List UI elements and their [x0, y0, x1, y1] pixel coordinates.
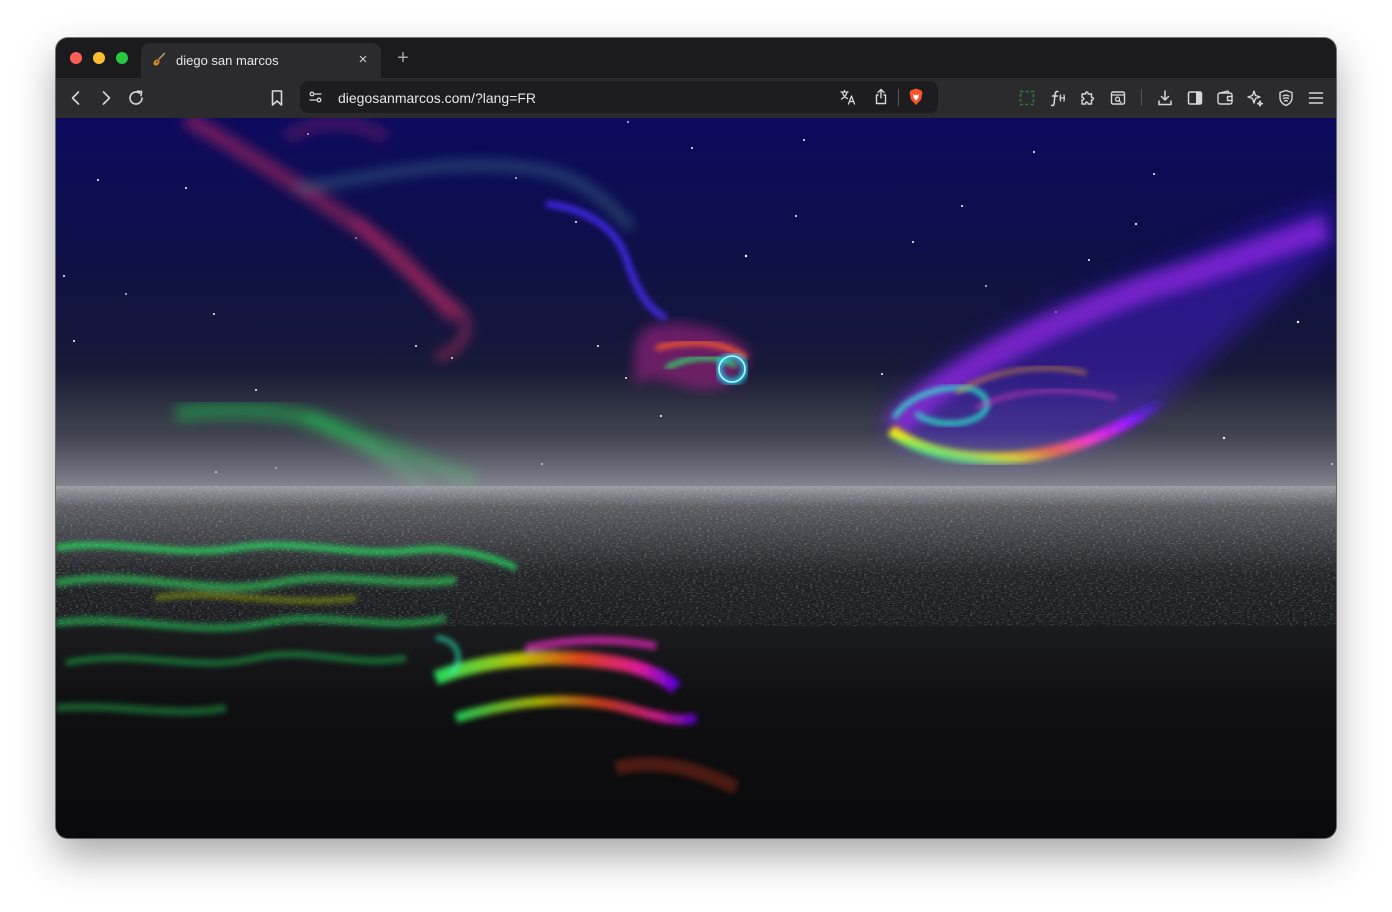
tab-active[interactable]: diego san marcos × [141, 43, 381, 78]
url-text: diegosanmarcos.com/?lang=FR [338, 90, 537, 106]
address-bar[interactable]: diegosanmarcos.com/?lang=FR [300, 81, 938, 113]
font-icon [1050, 90, 1066, 107]
wallet-button[interactable] [1213, 86, 1237, 110]
omnibox-divider [898, 89, 899, 106]
vpn-button[interactable] [1274, 86, 1298, 110]
brave-shields-button[interactable] [904, 85, 928, 109]
screenshot-button[interactable] [1015, 86, 1039, 110]
share-icon [875, 88, 887, 105]
browser-window: diego san marcos × + diegosanmarcos.com/… [56, 38, 1336, 838]
sidebar-button[interactable] [1183, 86, 1207, 110]
site-settings-button[interactable] [304, 85, 328, 109]
page-content[interactable] [56, 118, 1336, 838]
horizon-haze [56, 428, 1336, 488]
reload-button[interactable] [124, 86, 148, 110]
toolbar-divider [1141, 89, 1142, 106]
forward-button[interactable] [94, 86, 118, 110]
bookmark-icon [271, 90, 283, 106]
back-icon [71, 91, 80, 105]
leo-ai-button[interactable] [1243, 86, 1267, 110]
extensions-button[interactable] [1076, 86, 1100, 110]
menu-icon [1308, 92, 1324, 104]
brave-shields-icon [909, 88, 923, 105]
translate-button[interactable] [836, 85, 860, 109]
close-window-button[interactable] [70, 52, 82, 64]
vpn-icon [1279, 89, 1293, 107]
minimize-window-button[interactable] [93, 52, 105, 64]
aurora-scene-canvas[interactable] [56, 118, 1336, 838]
menu-button[interactable] [1304, 86, 1328, 110]
screenshot-icon [1019, 90, 1035, 106]
tab-title: diego san marcos [176, 53, 279, 68]
bookmark-button[interactable] [265, 86, 289, 110]
tab-strip: diego san marcos × + [56, 38, 1336, 78]
maximize-window-button[interactable] [116, 52, 128, 64]
extensions-icon [1081, 91, 1095, 105]
share-button[interactable] [869, 85, 893, 109]
new-tab-button[interactable]: + [392, 47, 414, 69]
reload-icon [129, 90, 143, 105]
ocean-ripples [56, 486, 1336, 626]
downloads-button[interactable] [1153, 86, 1177, 110]
leo-ai-icon [1247, 90, 1264, 107]
translate-icon [840, 89, 856, 105]
sidebar-icon [1187, 91, 1203, 105]
guitar-icon [153, 52, 166, 66]
wallet-icon [1217, 90, 1233, 105]
reader-mode-button[interactable] [1106, 86, 1130, 110]
toolbar: diegosanmarcos.com/?lang=FR [56, 78, 1336, 118]
forward-icon [102, 91, 111, 105]
reader-icon [1110, 91, 1126, 105]
tab-close-button[interactable]: × [353, 50, 373, 70]
downloads-icon [1158, 90, 1172, 106]
site-settings-icon [309, 91, 322, 103]
font-button[interactable] [1046, 86, 1070, 110]
back-button[interactable] [64, 86, 88, 110]
